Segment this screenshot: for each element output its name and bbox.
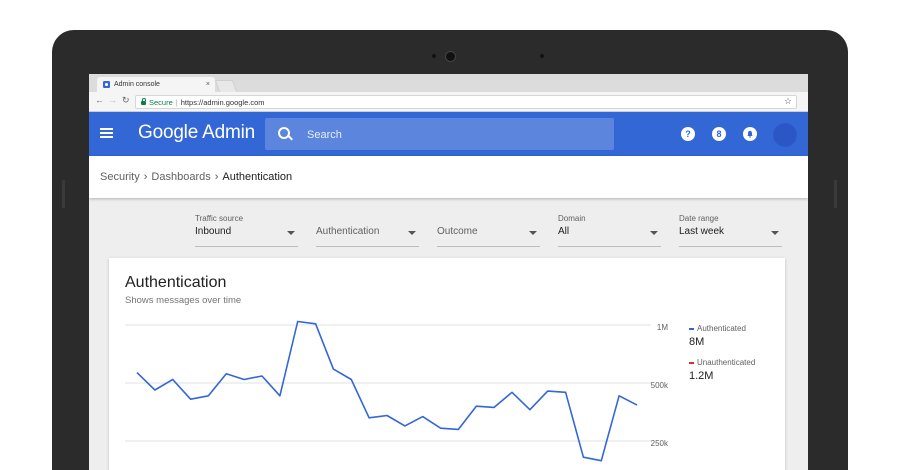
sensor-dot — [540, 54, 544, 58]
avatar[interactable] — [773, 123, 797, 147]
new-tab-button[interactable] — [215, 80, 237, 92]
breadcrumb-item-dashboards[interactable]: Dashboards — [151, 171, 210, 183]
bezel-notch — [62, 180, 65, 208]
url-text: https://admin.google.com — [181, 98, 265, 107]
app-logo[interactable]: Google Admin — [138, 122, 255, 144]
legend-value: 8M — [689, 336, 755, 348]
legend-swatch — [689, 328, 694, 330]
secure-label: Secure — [149, 98, 173, 107]
back-icon[interactable]: ← — [95, 95, 104, 105]
chart-legend: Authenticated 8M Unauthenticated 1.2M — [689, 324, 755, 392]
legend-label: Authenticated — [697, 324, 746, 333]
browser-tab-bar: Admin console × — [89, 74, 808, 92]
laptop-bezel: Admin console × ← → ↻ Secure | https://a… — [52, 30, 848, 470]
forward-icon[interactable]: → — [108, 95, 117, 105]
search-box[interactable] — [265, 118, 614, 150]
authentication-line-chart: 1M 500k 250k — [109, 258, 785, 470]
authentication-card: Authentication Shows messages over time … — [109, 258, 785, 470]
filter-value: Authentication — [316, 226, 379, 237]
help-icon[interactable]: ? — [681, 127, 695, 141]
filter-label: Traffic source — [195, 214, 243, 223]
dropdown-arrow-icon — [771, 231, 779, 235]
filter-date-range[interactable]: Date range Last week — [679, 212, 782, 247]
breadcrumb: Security › Dashboards › Authentication — [100, 171, 292, 183]
tab-title: Admin console — [114, 81, 160, 88]
filter-value: Inbound — [195, 226, 231, 237]
browser-tab[interactable]: Admin console × — [97, 77, 215, 92]
tab-close-icon[interactable]: × — [206, 81, 210, 88]
filter-label: Date range — [679, 214, 719, 223]
bezel-notch — [834, 180, 837, 208]
dropdown-arrow-icon — [529, 231, 537, 235]
legend-item-unauthenticated: Unauthenticated 1.2M — [689, 358, 755, 382]
lock-icon — [141, 101, 146, 105]
sensor-dot — [432, 54, 436, 58]
breadcrumb-item-security[interactable]: Security — [100, 171, 140, 183]
filter-traffic-source[interactable]: Traffic source Inbound — [195, 212, 298, 247]
camera-icon — [445, 51, 456, 62]
dropdown-arrow-icon — [287, 231, 295, 235]
filter-label: Domain — [558, 214, 586, 223]
dropdown-arrow-icon — [650, 231, 658, 235]
apps-icon[interactable]: 8 — [712, 127, 726, 141]
breadcrumb-bar: Security › Dashboards › Authentication — [89, 156, 808, 198]
filter-value: Last week — [679, 226, 724, 237]
dropdown-arrow-icon — [408, 231, 416, 235]
screen: Admin console × ← → ↻ Secure | https://a… — [89, 74, 808, 470]
search-input[interactable] — [305, 125, 589, 145]
address-bar[interactable]: Secure | https://admin.google.com ☆ — [135, 95, 797, 109]
filter-value: All — [558, 226, 569, 237]
menu-icon[interactable] — [100, 128, 113, 138]
breadcrumb-item-authentication: Authentication — [222, 171, 292, 183]
admin-favicon-icon — [103, 81, 110, 88]
legend-item-authenticated: Authenticated 8M — [689, 324, 755, 348]
reload-icon[interactable]: ↻ — [122, 95, 130, 106]
y-tick-label: 1M — [657, 323, 668, 332]
y-tick-label: 500k — [651, 381, 669, 390]
browser-toolbar: ← → ↻ Secure | https://admin.google.com … — [89, 92, 808, 112]
filter-domain[interactable]: Domain All — [558, 212, 661, 247]
legend-value: 1.2M — [689, 370, 755, 382]
chevron-right-icon: › — [215, 171, 219, 183]
y-tick-label: 250k — [651, 439, 669, 448]
app-header: Google Admin ? 8 — [89, 112, 808, 156]
legend-label: Unauthenticated — [697, 358, 755, 367]
notifications-icon[interactable] — [743, 127, 757, 141]
url-separator: | — [176, 98, 178, 107]
bookmark-star-icon[interactable]: ☆ — [784, 96, 792, 107]
filter-value: Outcome — [437, 226, 478, 237]
series-line-authenticated — [137, 322, 637, 461]
filter-outcome[interactable]: Outcome — [437, 212, 540, 247]
filter-authentication[interactable]: Authentication — [316, 212, 419, 247]
legend-swatch — [689, 362, 694, 364]
search-icon[interactable] — [278, 127, 290, 139]
chevron-right-icon: › — [144, 171, 148, 183]
